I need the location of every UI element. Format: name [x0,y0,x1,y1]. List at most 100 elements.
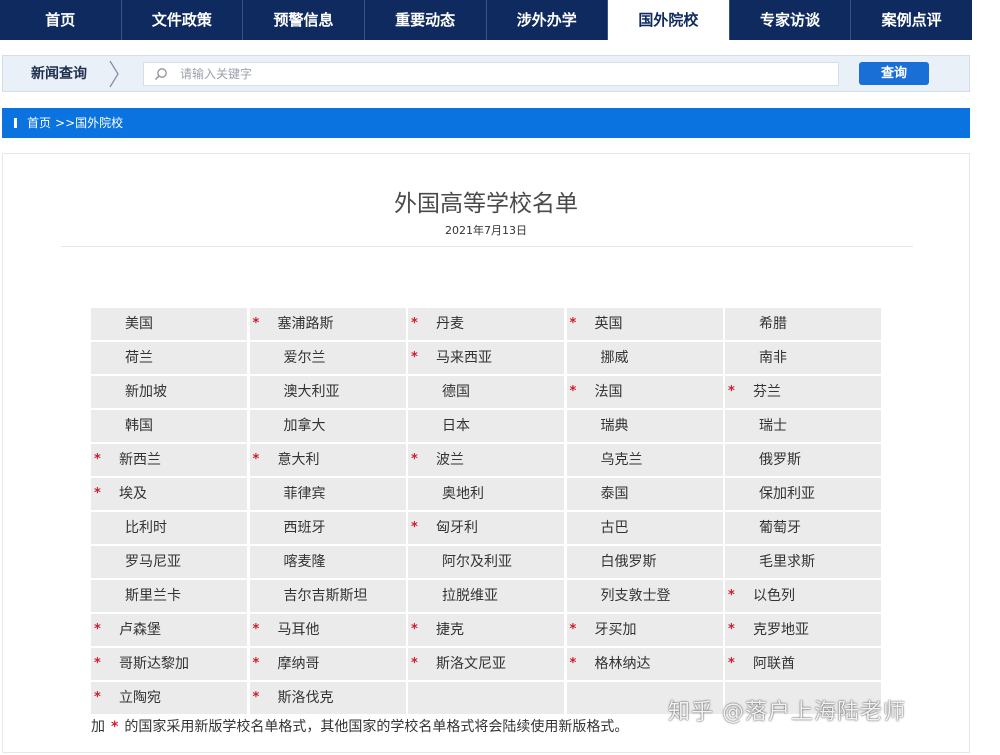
country-cell[interactable]: 西班牙 [249,512,406,544]
country-cell[interactable]: 南非 [725,342,881,374]
country-cell[interactable]: * 波兰 [408,444,564,476]
country-cell[interactable]: * 芬兰 [725,376,881,408]
country-cell[interactable]: * 斯洛伐克 [249,682,406,714]
country-cell[interactable]: 斯里兰卡 [91,580,247,612]
country-cell[interactable]: * 立陶宛 [91,682,247,714]
country-cell[interactable]: * 丹麦 [408,308,564,340]
country-cell[interactable]: 保加利亚 [725,478,881,510]
country-name: 英国 [594,316,623,332]
country-cell[interactable]: * 卢森堡 [91,614,247,646]
country-cell[interactable]: 吉尔吉斯斯坦 [249,580,406,612]
nav-tab[interactable]: 首页 [0,0,122,40]
country-cell[interactable]: * 马耳他 [249,614,406,646]
country-name: 吉尔吉斯斯坦 [283,588,368,604]
breadcrumb-current-link[interactable]: >>国外院校 [55,108,123,138]
footnote-star: * [111,719,119,735]
search-input[interactable] [180,64,820,84]
country-cell[interactable]: * 法国 [566,376,723,408]
country-cell[interactable]: * 英国 [566,308,723,340]
new-format-star-icon: * [252,656,260,671]
country-name: 乌克兰 [600,452,643,468]
country-cell[interactable]: 列支敦士登 [566,580,723,612]
watermark: 知乎 @落户上海陆老师 [668,700,906,725]
country-name: 新西兰 [119,452,161,468]
footnote-prefix: 加 [91,719,105,735]
country-cell[interactable]: 乌克兰 [566,444,723,476]
country-grid: 美国 * 塞浦路斯 * 丹麦 * 英国 希腊 荷兰 爱尔兰 * 马来西亚 挪威 南非 新加坡 澳大利亚 德国 * 法… [91,308,881,714]
new-format-star-icon: * [94,452,101,467]
new-format-star-icon: * [411,622,418,637]
new-format-star-icon: * [569,656,577,671]
country-name: 俄罗斯 [759,452,801,468]
country-cell[interactable]: * 以色列 [725,580,881,612]
country-name: 列支敦士登 [600,588,671,604]
country-cell[interactable]: * 埃及 [91,478,247,510]
country-cell[interactable]: 德国 [408,376,564,408]
country-cell[interactable]: * 牙买加 [566,614,723,646]
country-cell[interactable]: 奥地利 [408,478,564,510]
search-button[interactable]: 查询 [859,62,929,85]
nav-tab[interactable]: 预警信息 [243,0,365,40]
country-name: 格林纳达 [594,656,651,672]
country-cell[interactable]: * 斯洛文尼亚 [408,648,564,680]
country-cell[interactable]: * 匈牙利 [408,512,564,544]
country-cell[interactable]: 韩国 [91,410,247,442]
country-cell[interactable]: 泰国 [566,478,723,510]
new-format-star-icon: * [94,622,101,637]
country-cell[interactable]: 新加坡 [91,376,247,408]
country-cell[interactable]: * 捷克 [408,614,564,646]
country-cell[interactable]: 葡萄牙 [725,512,881,544]
country-cell[interactable]: 美国 [91,308,247,340]
country-cell[interactable]: 古巴 [566,512,723,544]
country-cell[interactable]: * 意大利 [249,444,406,476]
nav-tab[interactable]: 国外院校 [608,0,730,40]
country-cell[interactable]: 俄罗斯 [725,444,881,476]
country-name: 马耳他 [277,622,320,638]
country-cell[interactable]: 毛里求斯 [725,546,881,578]
country-cell[interactable]: 瑞典 [566,410,723,442]
country-cell[interactable]: * 摩纳哥 [249,648,406,680]
country-cell[interactable]: * 格林纳达 [566,648,723,680]
country-name: 菲律宾 [283,486,326,502]
country-cell[interactable]: 白俄罗斯 [566,546,723,578]
country-cell[interactable]: 希腊 [725,308,881,340]
breadcrumb-home-link[interactable]: 首页 [27,108,51,138]
country-cell[interactable]: 荷兰 [91,342,247,374]
country-name: 埃及 [119,486,147,502]
country-cell[interactable]: 喀麦隆 [249,546,406,578]
new-format-star-icon: * [569,622,577,637]
nav-tab[interactable]: 涉外办学 [487,0,609,40]
country-cell[interactable]: 比利时 [91,512,247,544]
nav-tab[interactable]: 案例点评 [851,0,972,40]
nav-tab[interactable]: 专家访谈 [730,0,852,40]
country-name: 立陶宛 [119,690,161,706]
country-cell[interactable]: 爱尔兰 [249,342,406,374]
country-cell[interactable]: 日本 [408,410,564,442]
country-cell[interactable]: 加拿大 [249,410,406,442]
country-cell[interactable]: * 塞浦路斯 [249,308,406,340]
country-cell[interactable]: * 克罗地亚 [725,614,881,646]
country-name: 奥地利 [442,486,484,502]
country-cell[interactable]: * 马来西亚 [408,342,564,374]
country-cell[interactable]: 阿尔及利亚 [408,546,564,578]
nav-tab[interactable]: 文件政策 [122,0,244,40]
country-cell[interactable]: 菲律宾 [249,478,406,510]
news-search-bar: 新闻查询 查询 [2,55,970,92]
nav-tab[interactable]: 重要动态 [365,0,487,40]
chevron-right-icon [109,60,119,88]
country-cell[interactable]: 罗马尼亚 [91,546,247,578]
new-format-star-icon: * [728,384,735,399]
country-cell[interactable]: 拉脱维亚 [408,580,564,612]
country-cell[interactable]: * 阿联酋 [725,648,881,680]
country-cell[interactable]: 挪威 [566,342,723,374]
country-name: 捷克 [436,622,464,638]
country-cell[interactable]: * 哥斯达黎加 [91,648,247,680]
country-name: 比利时 [125,520,167,536]
country-name: 匈牙利 [436,520,478,536]
country-cell[interactable]: 澳大利亚 [249,376,406,408]
country-cell[interactable]: 瑞士 [725,410,881,442]
country-cell[interactable]: * 新西兰 [91,444,247,476]
country-name: 美国 [125,316,153,332]
country-name: 挪威 [600,350,629,366]
publish-date: 2021年7月13日 [445,224,527,237]
